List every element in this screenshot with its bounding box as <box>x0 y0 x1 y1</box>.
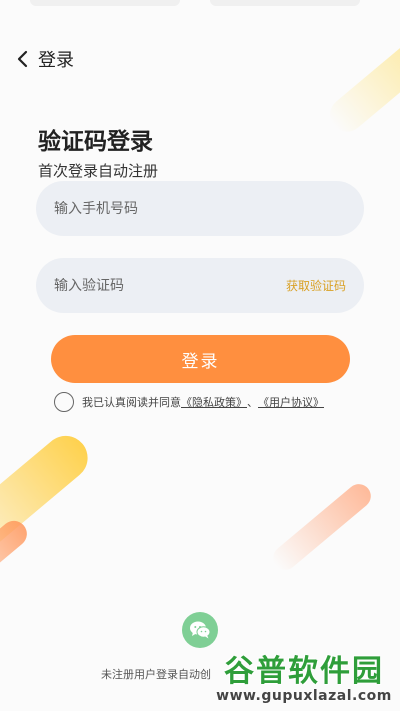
decoration-stripe <box>0 515 33 581</box>
site-watermark: 谷普软件园 www.gupuxlazal.com <box>214 656 394 706</box>
watermark-url: www.gupuxlazal.com <box>216 688 392 704</box>
agree-checkbox[interactable] <box>54 392 74 412</box>
agreement-separator: 、 <box>247 396 258 409</box>
wechat-login-button[interactable] <box>182 612 218 648</box>
privacy-policy-link[interactable]: 《隐私政策》 <box>181 394 247 410</box>
user-agreement-link[interactable]: 《用户协议》 <box>258 394 324 410</box>
phone-field <box>36 181 364 236</box>
code-input[interactable] <box>54 277 286 294</box>
page-subtitle: 首次登录自动注册 <box>38 162 159 180</box>
agreement-row: 我已认真阅读并同意 《隐私政策》 、 《用户协议》 <box>54 392 324 412</box>
agreement-text: 我已认真阅读并同意 <box>82 396 181 409</box>
watermark-name: 谷普软件园 <box>224 654 384 689</box>
login-button[interactable]: 登录 <box>51 335 350 383</box>
decoration-stripe <box>323 35 400 139</box>
header-title: 登录 <box>38 50 74 71</box>
decoration-stripe <box>268 479 376 575</box>
get-code-button[interactable]: 获取验证码 <box>286 277 346 294</box>
phone-input[interactable] <box>54 200 346 217</box>
page-title: 验证码登录 <box>38 129 153 155</box>
wechat-icon <box>190 621 211 639</box>
chevron-left-icon <box>17 50 28 68</box>
nav-header: 登录 <box>10 44 74 74</box>
bottom-note: 未注册用户登录自动创 <box>101 668 211 681</box>
top-decoration <box>30 0 180 6</box>
back-button[interactable] <box>10 44 34 74</box>
code-field: 获取验证码 <box>36 258 364 313</box>
top-decoration <box>210 0 360 6</box>
